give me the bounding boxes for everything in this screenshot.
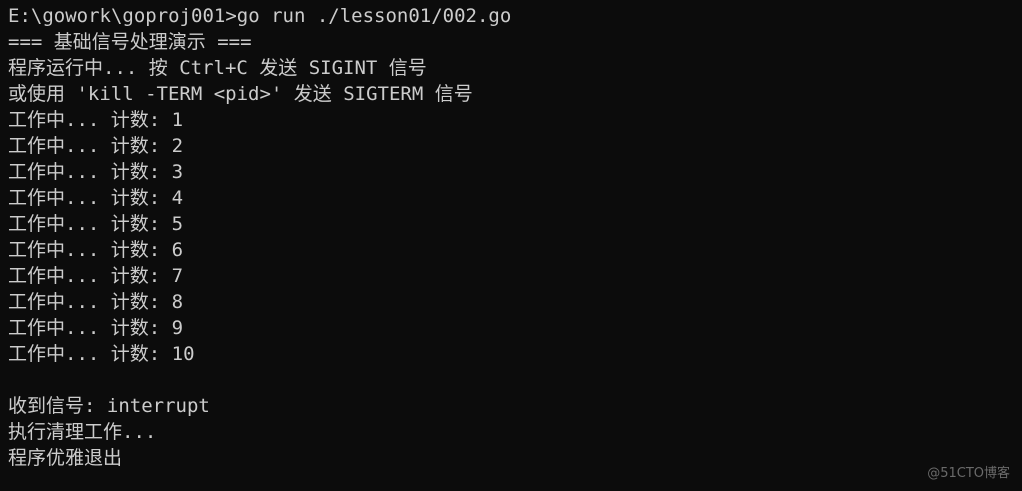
output-line: 或使用 'kill -TERM <pid>' 发送 SIGTERM 信号 — [8, 83, 473, 105]
output-line: 工作中... 计数: 3 — [8, 161, 184, 183]
output-line: 收到信号: interrupt — [8, 395, 210, 417]
output-line: 工作中... 计数: 7 — [8, 265, 184, 287]
console-window[interactable]: E:\gowork\goproj001>go run ./lesson01/00… — [0, 0, 1022, 491]
output-line: 程序优雅退出 — [8, 447, 123, 469]
output-line: 工作中... 计数: 1 — [8, 109, 184, 131]
output-line: 执行清理工作... — [8, 421, 157, 443]
output-line: 程序运行中... 按 Ctrl+C 发送 SIGINT 信号 — [8, 57, 427, 79]
output-line: 工作中... 计数: 2 — [8, 135, 184, 157]
output-line: 工作中... 计数: 6 — [8, 239, 184, 261]
output-line: 工作中... 计数: 5 — [8, 213, 184, 235]
output-line: 工作中... 计数: 10 — [8, 343, 195, 365]
site-watermark: @51CTO博客 — [927, 466, 1010, 481]
output-line: 工作中... 计数: 9 — [8, 317, 184, 339]
output-line: 工作中... 计数: 8 — [8, 291, 184, 313]
command-line: E:\gowork\goproj001>go run ./lesson01/00… — [8, 5, 512, 27]
output-line: 工作中... 计数: 4 — [8, 187, 184, 209]
output-line: === 基础信号处理演示 === — [8, 31, 252, 53]
